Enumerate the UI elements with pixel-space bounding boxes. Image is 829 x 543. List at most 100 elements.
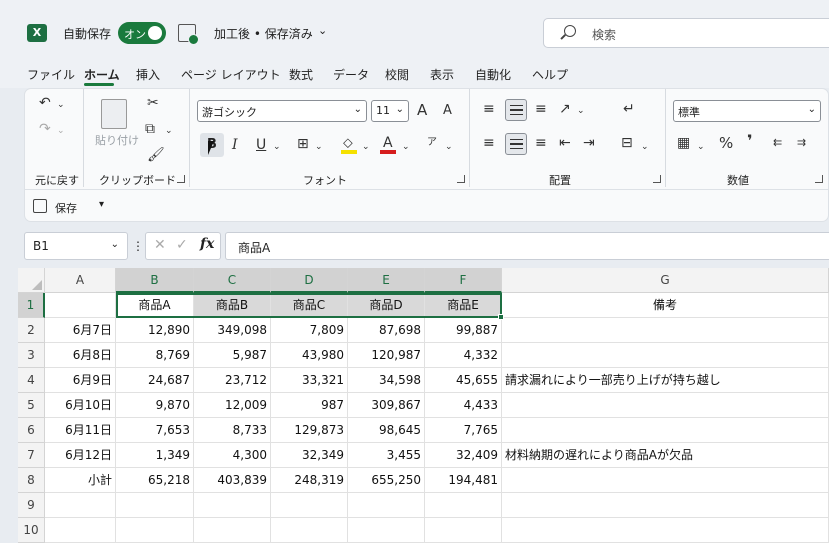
cell-g1[interactable]: 備考	[502, 293, 829, 318]
search-input[interactable]: 検索	[543, 18, 829, 48]
cell-c4[interactable]: 23,712	[194, 368, 271, 393]
cell-d1[interactable]: 商品C	[271, 293, 348, 318]
cell-a10[interactable]	[45, 518, 116, 543]
save-status-icon[interactable]	[178, 24, 199, 45]
cell-b8[interactable]: 65,218	[116, 468, 194, 493]
row-header-5[interactable]: 5	[18, 393, 45, 418]
phonetic-dropdown-icon[interactable]: ⌄	[445, 139, 453, 155]
number-launcher-icon[interactable]	[815, 175, 823, 183]
fill-color-dropdown-icon[interactable]: ⌄	[362, 139, 370, 155]
cell-b1[interactable]: 商品A	[116, 293, 194, 318]
font-color-dropdown-icon[interactable]: ⌄	[402, 139, 410, 155]
cell-c7[interactable]: 4,300	[194, 443, 271, 468]
cell-f7[interactable]: 32,409	[425, 443, 502, 468]
chevron-down-icon[interactable]: ⌄	[318, 24, 327, 37]
column-header-c[interactable]: C	[194, 268, 271, 293]
cell-d3[interactable]: 43,980	[271, 343, 348, 368]
format-painter-icon[interactable]: 🖌	[147, 147, 165, 163]
select-all-button[interactable]	[18, 268, 45, 293]
cell-a6[interactable]: 6月11日	[45, 418, 116, 443]
clipboard-launcher-icon[interactable]	[177, 175, 185, 183]
row-header-6[interactable]: 6	[18, 418, 45, 443]
more-options-icon[interactable]: ⋮	[132, 239, 144, 253]
cell-a7[interactable]: 6月12日	[45, 443, 116, 468]
column-header-d[interactable]: D	[271, 268, 348, 293]
align-top-icon[interactable]: ≡	[483, 101, 495, 117]
alignment-launcher-icon[interactable]	[653, 175, 661, 183]
grow-font-icon[interactable]: A	[417, 102, 427, 118]
row-header-10[interactable]: 10	[18, 518, 45, 543]
column-header-f[interactable]: F	[425, 268, 502, 293]
cell-a2[interactable]: 6月7日	[45, 318, 116, 343]
cell-a1[interactable]	[45, 293, 116, 318]
underline-dropdown-icon[interactable]: ⌄	[273, 139, 281, 155]
cell-e3[interactable]: 120,987	[348, 343, 425, 368]
quick-access-dropdown-icon[interactable]: ▾	[99, 199, 104, 210]
cell-g9[interactable]	[502, 493, 829, 518]
paste-button[interactable]: 貼り付け	[95, 132, 139, 148]
column-header-b[interactable]: B	[116, 268, 194, 293]
fill-color-icon[interactable]: ⬦	[343, 135, 353, 151]
cell-g7[interactable]: 材料納期の遅れにより商品Aが欠品	[502, 443, 829, 468]
cell-d8[interactable]: 248,319	[271, 468, 348, 493]
currency-icon[interactable]: ▦	[677, 135, 690, 151]
cell-b3[interactable]: 8,769	[116, 343, 194, 368]
cell-g8[interactable]	[502, 468, 829, 493]
row-header-1[interactable]: 1	[18, 293, 45, 318]
font-color-icon[interactable]: A	[383, 135, 393, 151]
autosave-toggle[interactable]: オン	[118, 22, 166, 44]
redo-dropdown-icon[interactable]: ⌄	[57, 123, 65, 139]
cell-f2[interactable]: 99,887	[425, 318, 502, 343]
align-bottom-icon[interactable]: ≡	[535, 101, 547, 117]
cell-c3[interactable]: 5,987	[194, 343, 271, 368]
cell-e4[interactable]: 34,598	[348, 368, 425, 393]
orientation-icon[interactable]: ↗	[559, 101, 571, 117]
cell-a9[interactable]	[45, 493, 116, 518]
font-name-select[interactable]: 游ゴシック ⌄	[197, 100, 367, 122]
row-header-3[interactable]: 3	[18, 343, 45, 368]
align-middle-button[interactable]	[505, 99, 527, 121]
cell-e1[interactable]: 商品D	[348, 293, 425, 318]
tab-formulas[interactable]: 数式	[289, 66, 313, 83]
cut-icon[interactable]: ✂	[147, 95, 159, 111]
formula-input[interactable]: 商品A	[225, 232, 829, 260]
font-size-select[interactable]: 11 ⌄	[371, 100, 409, 122]
cell-c1[interactable]: 商品B	[194, 293, 271, 318]
increase-indent-icon[interactable]: ⇥	[583, 135, 595, 151]
font-launcher-icon[interactable]	[457, 175, 465, 183]
cancel-icon[interactable]: ✕	[154, 237, 166, 253]
cell-b2[interactable]: 12,890	[116, 318, 194, 343]
number-format-select[interactable]: 標準 ⌄	[673, 100, 821, 122]
borders-icon[interactable]: ⊞	[297, 136, 309, 152]
cell-b7[interactable]: 1,349	[116, 443, 194, 468]
row-header-2[interactable]: 2	[18, 318, 45, 343]
cell-d7[interactable]: 32,349	[271, 443, 348, 468]
merge-center-icon[interactable]: ⊟	[621, 135, 633, 151]
increase-decimal-icon[interactable]: ⇇	[773, 135, 782, 151]
cell-g3[interactable]	[502, 343, 829, 368]
tab-data[interactable]: データ	[333, 66, 369, 83]
fill-handle[interactable]	[498, 314, 504, 320]
cell-g10[interactable]	[502, 518, 829, 543]
row-header-7[interactable]: 7	[18, 443, 45, 468]
align-right-icon[interactable]: ≡	[535, 135, 547, 151]
column-header-g[interactable]: G	[502, 268, 829, 293]
row-header-9[interactable]: 9	[18, 493, 45, 518]
cell-b6[interactable]: 7,653	[116, 418, 194, 443]
cell-f1[interactable]: 商品E	[425, 293, 502, 318]
spreadsheet-grid[interactable]: A B C D E F G 1 商品A 商品B 商品C 商品D 商品E 備考 2 6月7日 12,890 349,…	[0, 268, 829, 543]
column-header-a[interactable]: A	[45, 268, 116, 293]
cell-e5[interactable]: 309,867	[348, 393, 425, 418]
cell-c5[interactable]: 12,009	[194, 393, 271, 418]
undo-icon[interactable]: ↶	[39, 95, 51, 111]
cell-d6[interactable]: 129,873	[271, 418, 348, 443]
column-header-e[interactable]: E	[348, 268, 425, 293]
orientation-dropdown-icon[interactable]: ⌄	[577, 103, 585, 119]
tab-home[interactable]: ホーム	[84, 66, 120, 83]
cell-b4[interactable]: 24,687	[116, 368, 194, 393]
cell-c9[interactable]	[194, 493, 271, 518]
cell-e7[interactable]: 3,455	[348, 443, 425, 468]
cell-d2[interactable]: 7,809	[271, 318, 348, 343]
tab-view[interactable]: 表示	[430, 66, 454, 83]
cell-a5[interactable]: 6月10日	[45, 393, 116, 418]
